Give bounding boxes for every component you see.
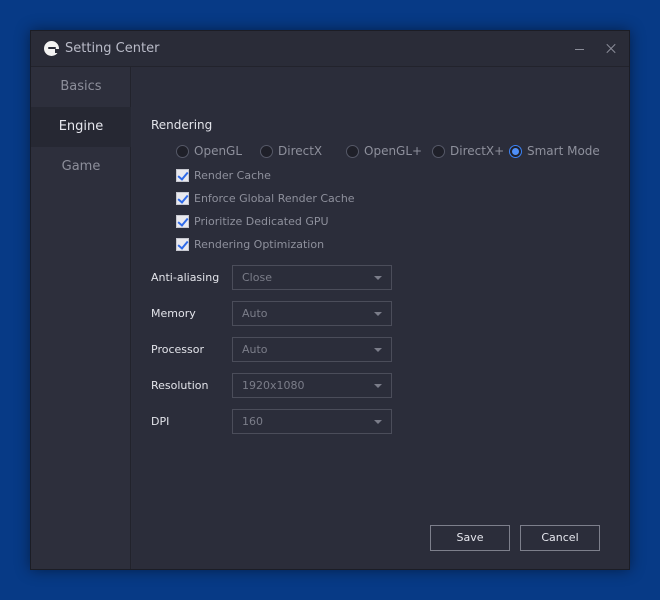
checkbox-prioritize-dedicated-gpu[interactable]: Prioritize Dedicated GPU — [176, 213, 329, 229]
chevron-down-icon — [374, 420, 382, 424]
sidebar-item-basics[interactable]: Basics — [31, 67, 131, 107]
anti-aliasing-label: Anti-aliasing — [151, 271, 220, 284]
radio-label: OpenGL — [194, 144, 243, 158]
dpi-label: DPI — [151, 415, 170, 428]
minimize-button[interactable] — [571, 42, 587, 56]
resolution-dropdown[interactable]: 1920x1080 — [232, 373, 392, 398]
checkbox-render-cache[interactable]: Render Cache — [176, 167, 271, 183]
chevron-down-icon — [374, 312, 382, 316]
radio-directx[interactable]: DirectX — [260, 143, 322, 159]
checkbox-box — [176, 214, 189, 228]
processor-dropdown[interactable]: Auto — [232, 337, 392, 362]
dropdown-value: Auto — [242, 343, 268, 356]
close-button[interactable] — [603, 41, 619, 57]
settings-window: Setting Center Basics Engine Game Render… — [30, 30, 630, 570]
dpi-dropdown[interactable]: 160 — [232, 409, 392, 434]
checkbox-box — [176, 168, 189, 182]
checkbox-label: Enforce Global Render Cache — [194, 191, 355, 205]
save-button[interactable]: Save — [430, 525, 510, 551]
radio-circle — [176, 144, 189, 158]
checkbox-label: Prioritize Dedicated GPU — [194, 214, 329, 228]
anti-aliasing-dropdown[interactable]: Close — [232, 265, 392, 290]
rendering-section-title: Rendering — [151, 118, 213, 132]
radio-smart-mode[interactable]: Smart Mode — [509, 143, 600, 159]
radio-circle — [509, 144, 522, 158]
memory-dropdown[interactable]: Auto — [232, 301, 392, 326]
checkbox-label: Rendering Optimization — [194, 237, 325, 251]
engine-settings-panel: Rendering OpenGL DirectX OpenGL+ DirectX… — [132, 67, 629, 569]
radio-circle — [260, 144, 273, 158]
radio-label: DirectX+ — [450, 144, 505, 158]
processor-label: Processor — [151, 343, 204, 356]
chevron-down-icon — [374, 276, 382, 280]
checkbox-box — [176, 237, 189, 251]
title-bar[interactable]: Setting Center — [31, 31, 629, 67]
checkbox-label: Render Cache — [194, 168, 271, 182]
resolution-label: Resolution — [151, 379, 209, 392]
memory-label: Memory — [151, 307, 196, 320]
dropdown-value: 160 — [242, 415, 263, 428]
radio-opengl[interactable]: OpenGL — [176, 143, 242, 159]
checkbox-box — [176, 191, 189, 205]
sidebar-item-game[interactable]: Game — [31, 147, 131, 187]
cancel-button[interactable]: Cancel — [520, 525, 600, 551]
radio-circle — [432, 144, 445, 158]
checkbox-enforce-global-render-cache[interactable]: Enforce Global Render Cache — [176, 190, 355, 206]
dropdown-value: Auto — [242, 307, 268, 320]
checkbox-rendering-optimization[interactable]: Rendering Optimization — [176, 236, 324, 252]
chevron-down-icon — [374, 348, 382, 352]
chevron-down-icon — [374, 384, 382, 388]
sidebar: Basics Engine Game — [31, 67, 131, 569]
radio-directx-plus[interactable]: DirectX+ — [432, 143, 504, 159]
radio-label: OpenGL+ — [364, 144, 423, 158]
radio-label: DirectX — [278, 144, 323, 158]
dropdown-value: 1920x1080 — [242, 379, 305, 392]
sidebar-item-engine[interactable]: Engine — [31, 107, 131, 147]
window-title: Setting Center — [65, 41, 160, 56]
radio-circle — [346, 144, 359, 158]
app-logo-icon — [44, 41, 60, 56]
dropdown-value: Close — [242, 271, 272, 284]
radio-opengl-plus[interactable]: OpenGL+ — [346, 143, 422, 159]
radio-label: Smart Mode — [527, 144, 600, 158]
